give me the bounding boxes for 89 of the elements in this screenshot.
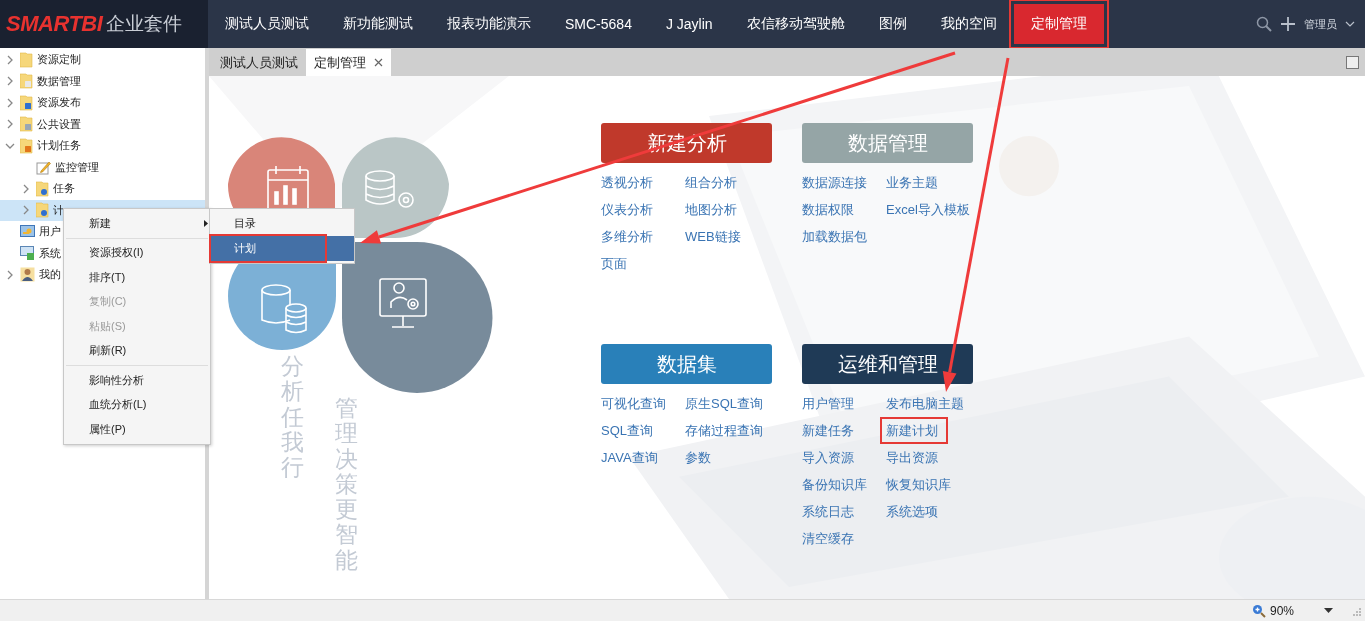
nav-tab[interactable]: 我的空间 xyxy=(923,4,1014,44)
menu-item[interactable]: 计划 xyxy=(210,236,354,261)
link[interactable]: 透视分析 xyxy=(601,169,653,196)
user-menu[interactable]: 管理员 xyxy=(1304,16,1337,32)
monitor-chip-icon xyxy=(20,246,35,261)
section-header: 数据集 xyxy=(601,344,772,384)
link[interactable]: 加载数据包 xyxy=(802,223,867,250)
plus-icon[interactable] xyxy=(1280,16,1296,32)
logo-wordmark: SMARTBI xyxy=(6,11,103,37)
folder-icon xyxy=(20,137,33,154)
link[interactable]: 系统选项 xyxy=(886,498,938,525)
section-header: 运维和管理 xyxy=(802,344,973,384)
tree-item[interactable]: 计划任务 xyxy=(37,138,81,154)
tab[interactable]: 定制管理 xyxy=(306,49,391,76)
nav-tab[interactable]: J Jaylin xyxy=(648,4,730,44)
link[interactable]: 新建任务 xyxy=(802,417,854,444)
menu-item[interactable]: 影响性分析 xyxy=(64,368,210,393)
tree-item[interactable]: 资源定制 xyxy=(37,52,81,68)
caret-icon[interactable] xyxy=(1345,21,1355,27)
slogan: 分析任我行 xyxy=(281,354,304,481)
link[interactable]: JAVA查询 xyxy=(601,444,658,471)
folder-icon xyxy=(20,116,33,133)
folder-icon xyxy=(20,51,33,68)
link[interactable]: 存储过程查询 xyxy=(685,417,763,444)
pencil-note-icon xyxy=(36,159,51,175)
link[interactable]: WEB链接 xyxy=(685,223,741,250)
nav-tab[interactable]: 图例 xyxy=(861,4,924,44)
tree-item[interactable]: 监控管理 xyxy=(55,159,99,175)
slogan: 管理决策更智能 xyxy=(335,396,358,574)
person-icon xyxy=(20,267,35,283)
menu-item[interactable]: 血统分析(L) xyxy=(64,392,210,417)
link[interactable]: 页面 xyxy=(601,250,627,277)
tree-item[interactable]: 计 xyxy=(53,202,64,218)
link[interactable]: 清空缓存 xyxy=(802,525,854,552)
search-icon[interactable] xyxy=(1256,16,1272,32)
menu-item[interactable]: 排序(T) xyxy=(64,265,210,290)
dropdown-caret-icon[interactable] xyxy=(1324,608,1333,613)
menu-item[interactable]: 刷新(R) xyxy=(64,338,210,363)
menu-item[interactable]: 新建 xyxy=(64,211,210,236)
link[interactable]: 系统日志 xyxy=(802,498,854,525)
maximize-icon[interactable] xyxy=(1346,55,1359,69)
tree-item[interactable]: 我的 xyxy=(39,267,61,283)
close-icon[interactable] xyxy=(374,58,383,67)
tree-item[interactable]: 资源发布 xyxy=(37,95,81,111)
tree-item[interactable]: 任务 xyxy=(53,181,75,197)
tree-item[interactable]: 公共设置 xyxy=(37,116,81,132)
database-gear-tile[interactable] xyxy=(342,137,449,238)
folder-icon xyxy=(20,73,33,90)
link[interactable]: 可视化查询 xyxy=(601,390,666,417)
link[interactable]: 参数 xyxy=(685,444,711,471)
link[interactable]: 业务主题 xyxy=(886,169,938,196)
nav-tab[interactable]: 新功能测试 xyxy=(326,4,430,44)
link[interactable]: 发布电脑主题 xyxy=(886,390,964,417)
link[interactable]: 地图分析 xyxy=(685,196,737,223)
link[interactable]: 仪表分析 xyxy=(601,196,653,223)
folder-icon xyxy=(20,94,33,111)
link[interactable]: SQL查询 xyxy=(601,417,653,444)
link[interactable]: 恢复知识库 xyxy=(886,471,951,498)
menu-item[interactable]: 资源授权(I) xyxy=(64,240,210,265)
admin-monitor-tile[interactable] xyxy=(342,242,493,393)
nav-tab[interactable]: 测试人员测试 xyxy=(208,4,326,44)
menu-item[interactable]: 目录 xyxy=(210,211,354,236)
link[interactable]: 新建计划 xyxy=(880,417,948,444)
tree-item[interactable]: 数据管理 xyxy=(37,73,81,89)
submenu-arrow-icon xyxy=(204,220,208,227)
zoom-level: 90% xyxy=(1269,603,1294,618)
nav-tab[interactable]: 农信移动驾驶舱 xyxy=(729,4,862,44)
link[interactable]: 导出资源 xyxy=(886,444,938,471)
window-key-icon xyxy=(20,224,35,239)
product-name: 企业套件 xyxy=(106,12,183,36)
link[interactable]: 组合分析 xyxy=(685,169,737,196)
link[interactable]: 用户管理 xyxy=(802,390,854,417)
menu-item[interactable]: 属性(P) xyxy=(64,417,210,442)
section-header: 数据管理 xyxy=(802,123,973,163)
nav-tab[interactable]: 报表功能演示 xyxy=(430,4,548,44)
folder-icon xyxy=(36,202,49,219)
link[interactable]: 数据权限 xyxy=(802,196,854,223)
zoom-icon[interactable] xyxy=(1251,603,1266,618)
nav-tab[interactable]: SMC-5684 xyxy=(548,4,649,44)
folder-icon xyxy=(36,180,49,197)
resize-grip-icon[interactable] xyxy=(1351,605,1361,616)
link[interactable]: 多维分析 xyxy=(601,223,653,250)
tree-item[interactable]: 用户 xyxy=(39,224,61,240)
link[interactable]: 备份知识库 xyxy=(802,471,867,498)
tree-item[interactable]: 系统 xyxy=(39,245,61,261)
link[interactable]: Excel导入模板 xyxy=(886,196,970,223)
link[interactable]: 原生SQL查询 xyxy=(685,390,763,417)
link[interactable]: 数据源连接 xyxy=(802,169,867,196)
link[interactable]: 导入资源 xyxy=(802,444,854,471)
